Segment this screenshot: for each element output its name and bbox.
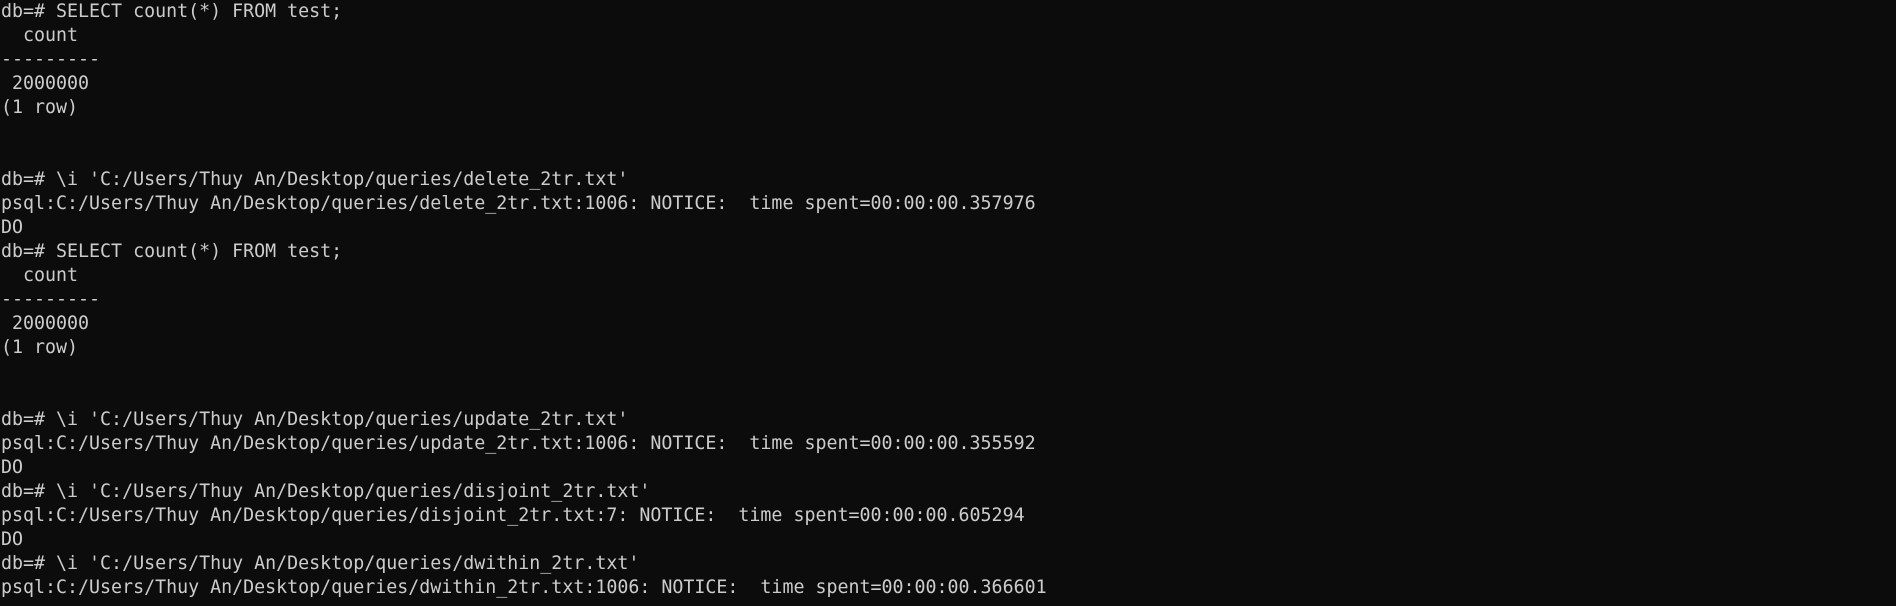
notice-line: psql:C:/Users/Thuy An/Desktop/queries/dw…	[1, 577, 1047, 598]
result-value: 2000000	[1, 73, 90, 94]
result-header: count	[1, 265, 79, 286]
row-count: (1 row)	[1, 337, 79, 358]
status-line: DO	[1, 529, 24, 550]
prompt-line: db=# \i 'C:/Users/Thuy An/Desktop/querie…	[1, 481, 651, 502]
notice-line: psql:C:/Users/Thuy An/Desktop/queries/de…	[1, 193, 1036, 214]
notice-line: psql:C:/Users/Thuy An/Desktop/queries/di…	[1, 505, 1025, 526]
result-separator: ---------	[1, 49, 101, 70]
result-header: count	[1, 25, 79, 46]
prompt-line: db=# \i 'C:/Users/Thuy An/Desktop/querie…	[1, 409, 629, 430]
notice-line: psql:C:/Users/Thuy An/Desktop/queries/up…	[1, 433, 1036, 454]
prompt-line: db=# SELECT count(*) FROM test;	[1, 241, 343, 262]
row-count: (1 row)	[1, 97, 79, 118]
result-separator: ---------	[1, 289, 101, 310]
status-line: DO	[1, 457, 24, 478]
prompt-line: db=# \i 'C:/Users/Thuy An/Desktop/querie…	[1, 169, 629, 190]
status-line: DO	[1, 217, 24, 238]
result-value: 2000000	[1, 313, 90, 334]
terminal-output[interactable]: db=# SELECT count(*) FROM test; count --…	[0, 0, 1896, 606]
prompt-line: db=# \i 'C:/Users/Thuy An/Desktop/querie…	[1, 553, 640, 574]
prompt-line: db=# SELECT count(*) FROM test;	[1, 1, 343, 22]
